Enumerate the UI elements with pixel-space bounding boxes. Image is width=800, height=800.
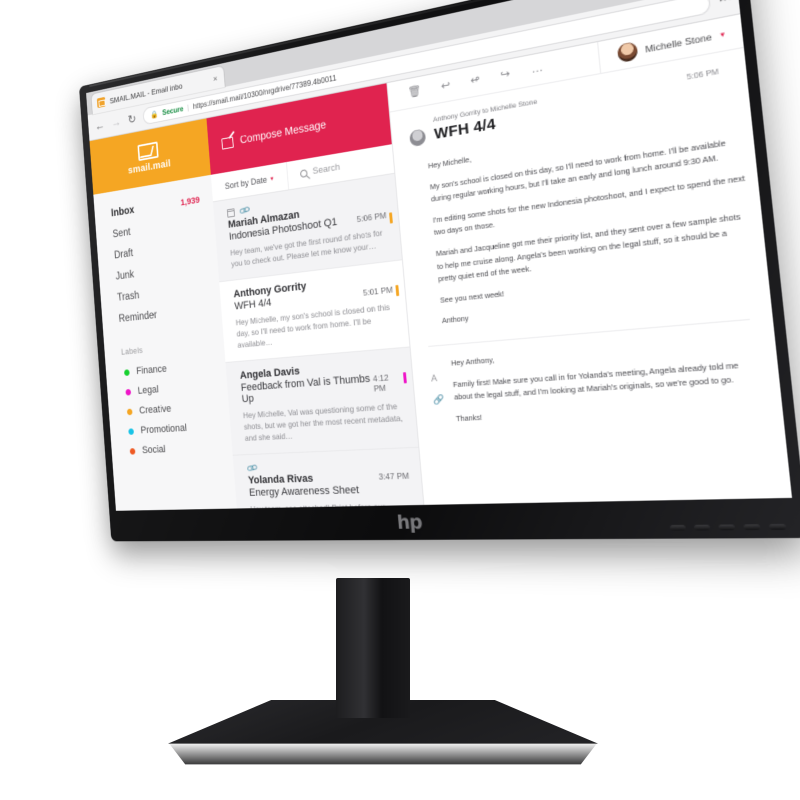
smail-favicon-icon [96,96,106,109]
label-dot-icon [123,368,130,376]
message-icons: 🔗 [245,458,408,475]
label-text: Finance [135,363,168,377]
message-paragraph: Hey Michelle, [427,154,472,171]
label-text: Creative [138,403,172,417]
message-signature: Anthony [441,313,469,326]
message-time: 4:12 PM [372,372,390,394]
back-icon[interactable]: ← [95,118,106,133]
label-dot-icon [126,408,133,415]
compose-icon [221,136,234,150]
close-tab-icon[interactable]: × [213,73,218,83]
sidebar-item-label: Sent [112,226,131,241]
reply-paragraph: Family first! Make sure you call in for … [452,359,739,402]
attachment-icon: 🔗 [245,461,259,475]
message-time: 3:47 PM [378,470,410,482]
sort-label: Sort by Date [224,174,268,191]
message-timestamp: 5:06 PM [686,68,720,82]
message-flag [402,372,407,384]
message-paragraph: See you next week! [439,288,505,305]
message-sender: Yolanda Rivas [247,472,314,487]
forward-icon[interactable]: ↪ [500,68,511,82]
monitor-screen: SMAIL.MAIL - Email inbo × – □ ✕ ← → [86,0,793,511]
trash-icon[interactable]: 🗑 [407,85,422,99]
sidebar-item-label: Trash [116,290,140,304]
app-brand-name: smail.mail [127,157,172,176]
monitor-osd-buttons[interactable] [669,523,787,531]
label-text: Legal [137,384,160,397]
message-time: 5:06 PM [356,210,387,225]
label-text: Social [141,443,166,456]
message-preview: Hey team, see attached! Print before our… [250,501,386,509]
compose-label: Compose Message [239,119,327,147]
monitor-neck [336,578,410,718]
attachment-icon[interactable]: 🔗 [433,394,445,406]
secure-label: Secure [162,104,184,117]
message-subject: Energy Awareness Sheet [248,484,360,499]
osd-button[interactable] [743,524,761,531]
list-item[interactable]: Angela Davis Feedback from Val is Thumbs… [225,347,419,456]
search-placeholder: Search [312,161,341,177]
sidebar-item-label: Reminder [118,309,158,325]
label-dot-icon [128,427,135,435]
list-item[interactable]: 🔗 Yolanda Rivas 3:47 PM Energy Awareness… [232,447,424,509]
reply-icon[interactable]: ↩ [440,79,450,93]
user-name: Michelle Stone [644,30,713,55]
monitor-wrapper: SMAIL.MAIL - Email inbo × – □ ✕ ← → [0,0,800,620]
monitor-bezel: SMAIL.MAIL - Email inbo × – □ ✕ ← → [79,0,800,542]
message-list: 🔗 Mariah Almazan Indonesia Photoshoot Q1… [212,173,424,509]
sidebar-item-label: Inbox [110,204,135,220]
message-subject-title: WFH 4/4 [433,115,497,143]
reply-body: Hey Anthony, Family first! Make sure you… [451,334,756,434]
message-paragraph: Mariah and Jacqueline got me their prior… [435,211,742,284]
reading-pane: 🗑 ↩ ↫ ↪ … Michelle Stone ▾ Anthony Gorri… [387,14,793,505]
envelope-icon [137,141,159,161]
user-menu[interactable]: Michelle Stone ▾ [596,14,744,74]
message-divider [428,318,750,347]
message-paragraph: I'm editing some shots for the new Indon… [432,172,746,238]
message-list-column: Compose Message Sort by Date ▾ Search 🔗 … [206,83,425,509]
reader-toolbar: 🗑 ↩ ↫ ↪ … Michelle Stone ▾ [387,14,744,113]
message-body: Hey Michelle, My son's school is closed … [394,97,772,339]
reply-composer[interactable]: A 🔗 Hey Anthony, Family first! Make sure… [411,318,785,446]
reply-paragraph: Hey Anthony, [450,355,495,368]
sidebar-item-label: Draft [113,247,134,262]
label-dot-icon [125,388,132,396]
reply-paragraph: Thanks! [455,412,483,424]
composer-tools: A 🔗 [429,358,447,435]
font-icon[interactable]: A [431,373,443,384]
message-time: 5:01 PM [362,284,394,298]
browser-menu-icon[interactable]: ⋮ [717,0,733,7]
sender-avatar [409,128,427,148]
chevron-down-icon: ▾ [719,30,726,40]
sidebar-item-label: Junk [115,269,135,283]
avatar [616,41,638,64]
forward-icon[interactable]: → [111,115,122,130]
power-button[interactable] [768,523,787,530]
message-participants: Anthony Gorrity to Michelle Stone [432,98,538,124]
message-preview: Hey Michelle, Val was questioning some o… [242,401,404,443]
base-front-edge [168,742,598,765]
label-dot-icon [129,447,136,455]
label-text: Promotional [140,422,188,437]
lock-icon: 🔒 [150,109,159,120]
calendar-icon [226,207,235,218]
reply-all-icon[interactable]: ↫ [470,73,481,87]
address-separator: | [187,103,190,112]
osd-button[interactable] [718,524,736,531]
chevron-down-icon: ▾ [270,175,274,183]
more-icon[interactable]: … [531,61,544,76]
message-flag [395,284,400,297]
osd-button[interactable] [669,524,686,531]
message-header: Anthony Gorrity to Michelle Stone WFH 4/… [390,48,749,156]
hp-logo: hp [396,511,423,534]
inbox-count: 1,939 [180,194,201,208]
message-paragraph: My son's school is closed on this day, s… [429,137,727,204]
osd-button[interactable] [693,524,711,531]
product-photo-scene: SMAIL.MAIL - Email inbo × – □ ✕ ← → [0,0,800,800]
message-flag [389,212,393,224]
hp-monitor: SMAIL.MAIL - Email inbo × – □ ✕ ← → [79,0,800,542]
reload-icon[interactable]: ↻ [127,112,136,127]
search-icon [299,168,308,178]
